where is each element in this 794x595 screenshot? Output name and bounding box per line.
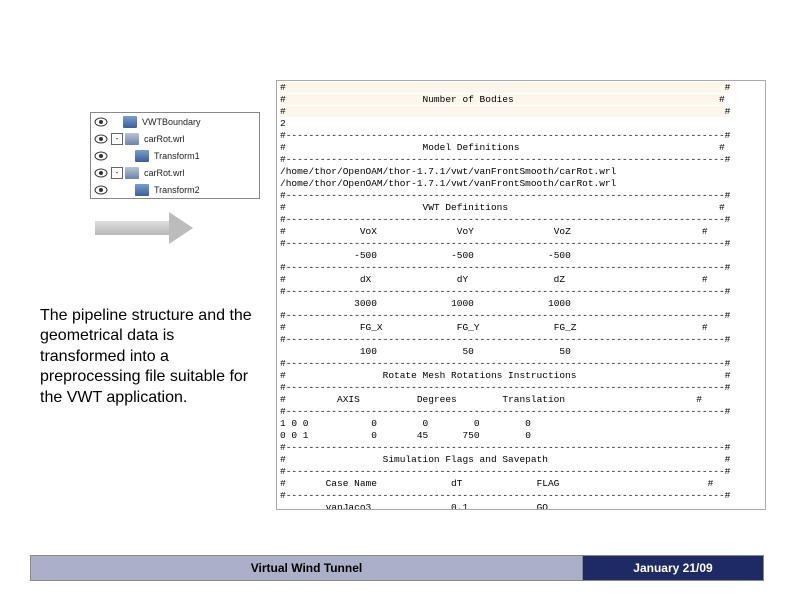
node-glyph-icon	[135, 184, 149, 196]
section-title: Simulation Flags and Savepath	[383, 454, 548, 465]
footer-title: Virtual Wind Tunnel	[31, 556, 583, 580]
arrow-icon	[95, 210, 195, 246]
node-glyph-icon	[125, 167, 139, 179]
section-title: Rotate Mesh Rotations Instructions	[383, 370, 577, 381]
section-title: Number of Bodies	[423, 94, 514, 105]
tree-label: carRot.wrl	[141, 168, 185, 178]
eye-icon	[93, 166, 109, 180]
model-path: /home/thor/OpenOAM/thor-1.7.1/vwt/vanFro…	[280, 166, 616, 177]
tree-row[interactable]: Transform1	[91, 147, 259, 164]
section-title: Model Definitions	[423, 142, 520, 153]
tree-label: VWTBoundary	[139, 117, 201, 127]
tree-label: Transform1	[151, 151, 200, 161]
tree-label: carRot.wrl	[141, 134, 185, 144]
tree-row[interactable]: Transform2	[91, 181, 259, 198]
tree-label: Transform2	[151, 185, 200, 195]
footer-date: January 21/09	[583, 556, 763, 580]
tree-row[interactable]: VWTBoundary	[91, 113, 259, 130]
eye-icon	[93, 115, 109, 129]
eye-icon	[93, 132, 109, 146]
model-path: /home/thor/OpenOAM/thor-1.7.1/vwt/vanFro…	[280, 178, 616, 189]
section-title: VWT Definitions	[423, 202, 509, 213]
tree-row[interactable]: - carRot.wrl	[91, 164, 259, 181]
eye-icon	[93, 183, 109, 197]
pipeline-tree: VWTBoundary - carRot.wrl Transform1 - ca…	[90, 112, 260, 199]
description-text: The pipeline structure and the geometric…	[40, 306, 260, 408]
tree-row[interactable]: - carRot.wrl	[91, 130, 259, 147]
eye-icon	[93, 149, 109, 163]
collapse-toggle[interactable]: -	[111, 133, 123, 145]
node-glyph-icon	[135, 150, 149, 162]
config-file-panel: # # # Number of Bodies # #	[276, 80, 766, 510]
slide-footer: Virtual Wind Tunnel January 21/09	[30, 555, 764, 581]
collapse-toggle[interactable]: -	[111, 167, 123, 179]
node-glyph-icon	[123, 116, 137, 128]
node-glyph-icon	[125, 133, 139, 145]
num-bodies-value: 2	[280, 118, 286, 129]
